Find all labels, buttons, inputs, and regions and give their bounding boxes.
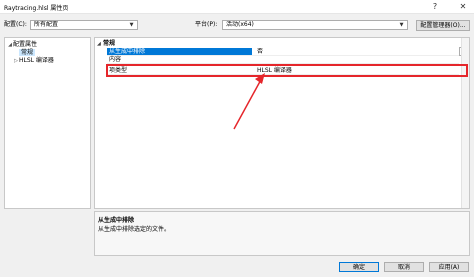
apply-button[interactable]: 应用(A) <box>429 262 469 272</box>
description-pane: 从生成中排除 从生成中排除选定的文件。 <box>94 211 470 256</box>
cancel-button[interactable]: 取消 <box>384 262 424 272</box>
description-title: 从生成中排除 <box>98 217 135 224</box>
description-text: 从生成中排除选定的文件。 <box>98 226 171 233</box>
ok-button[interactable]: 确定 <box>339 262 379 272</box>
